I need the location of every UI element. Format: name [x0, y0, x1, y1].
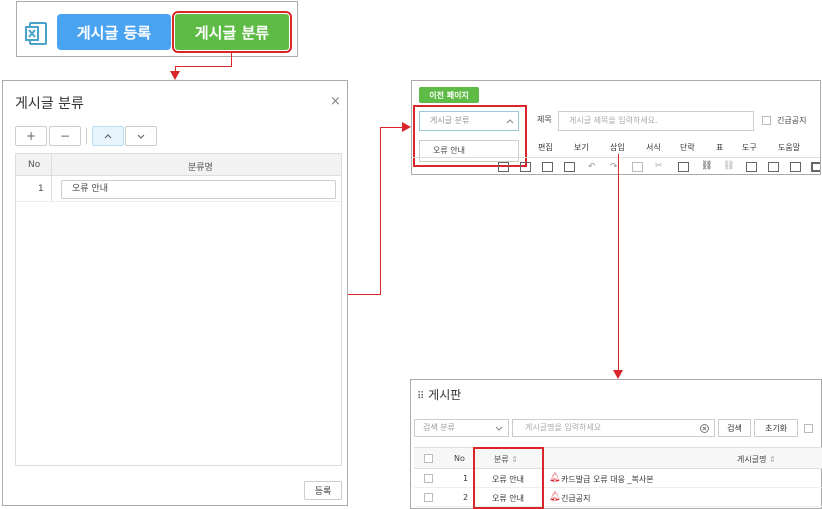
menu-help[interactable]: 도움말 [778, 142, 800, 153]
connector-line [175, 66, 232, 67]
row-post-name[interactable]: 긴급공지 [561, 493, 590, 504]
top-toolbar: 게시글 등록 게시글 분류 [16, 1, 298, 57]
link-icon[interactable]: ⛓ [701, 161, 712, 171]
title-label: 제목 [537, 115, 552, 124]
table-row[interactable]: 1 오류 안내 [16, 176, 341, 202]
clear-icon[interactable] [700, 424, 709, 433]
grid-header: No 분류명 [16, 154, 341, 176]
search-category-select[interactable]: 검색 분류 [414, 419, 509, 437]
unlink-icon[interactable]: ⛓ [723, 161, 734, 171]
board-title: ⠿ 게시판 [417, 386, 461, 403]
row-checkbox[interactable] [424, 474, 433, 483]
reset-button[interactable]: 초기화 [754, 419, 798, 437]
add-category-button[interactable]: + [15, 126, 47, 146]
move-up-button[interactable] [92, 126, 124, 146]
connector-line [380, 127, 381, 295]
excel-icon[interactable] [25, 21, 49, 47]
column-header-no: No [28, 160, 41, 170]
template-icon[interactable] [542, 162, 553, 172]
board-panel: ⠿ 게시판 검색 분류 게시글명을 입력하세요 검색 초기화 No 분류 ⇕ 게… [410, 379, 822, 509]
redo-icon[interactable]: ↷ [610, 162, 618, 172]
connector-line [348, 294, 381, 295]
bell-icon: 🔔︎ [549, 473, 561, 483]
chevron-down-icon [137, 134, 145, 139]
column-header-name: 분류명 [188, 163, 213, 173]
menu-insert[interactable]: 삽입 [610, 142, 625, 153]
board-title-text: 게시판 [428, 388, 462, 402]
search-button[interactable]: 검색 [718, 419, 751, 437]
move-down-button[interactable] [125, 126, 157, 146]
bell-icon: 🔔︎ [549, 492, 561, 502]
divider [86, 128, 87, 144]
search-placeholder: 게시글명을 입력하세요 [525, 423, 602, 432]
special-char-icon[interactable] [790, 162, 801, 172]
prev-page-button[interactable]: 이전 페이지 [419, 87, 479, 103]
connector-line [618, 154, 619, 371]
chevron-down-icon [495, 426, 503, 431]
menu-table[interactable]: 표 [716, 142, 723, 153]
connector-arrow [402, 122, 411, 132]
title-input[interactable]: 게시글 제목을 입력하세요. [558, 111, 754, 131]
paste-icon[interactable] [678, 162, 689, 172]
urgent-label: 긴급공지 [777, 116, 807, 125]
extra-checkbox[interactable] [804, 424, 813, 433]
fullscreen-icon[interactable] [811, 162, 820, 172]
menu-edit[interactable]: 편집 [538, 142, 553, 153]
category-name-input[interactable]: 오류 안내 [61, 180, 336, 199]
select-placeholder: 검색 분류 [423, 423, 455, 432]
column-header-no: No [454, 454, 465, 463]
divider [51, 176, 52, 201]
divider [51, 154, 52, 175]
chevron-up-icon [104, 134, 112, 139]
menu-paragraph[interactable]: 단락 [680, 142, 695, 153]
post-name-header-text: 게시글명 [737, 455, 767, 464]
row-number: 2 [463, 493, 469, 502]
column-header-post-name[interactable]: 게시글명 ⇕ [737, 454, 776, 465]
cut-icon[interactable]: ✂ [655, 161, 663, 171]
close-icon[interactable]: × [330, 94, 341, 109]
editor-toolbar: ↶ ↷ ✂ ⛓ ⛓ [412, 157, 820, 174]
row-checkbox[interactable] [424, 493, 433, 502]
drag-handle-icon: ⠿ [417, 391, 425, 402]
menu-view[interactable]: 보기 [574, 142, 589, 153]
category-modal: 게시글 분류 × + − No 분류명 1 오류 안내 등록 [2, 80, 348, 506]
row-number: 1 [463, 474, 469, 483]
menu-tools[interactable]: 도구 [742, 142, 757, 153]
register-button[interactable]: 등록 [304, 481, 342, 500]
bookmark-icon[interactable] [746, 162, 757, 172]
image-icon[interactable] [768, 162, 779, 172]
editor-menubar: 편집 보기 삽입 서식 단락 표 도구 도움말 [522, 139, 820, 155]
post-category-button[interactable]: 게시글 분류 [172, 11, 292, 53]
category-grid: No 분류명 1 오류 안내 [15, 153, 342, 466]
connector-line [231, 51, 232, 66]
search-input[interactable]: 게시글명을 입력하세요 [512, 419, 715, 437]
media-icon[interactable] [564, 162, 575, 172]
select-all-checkbox[interactable] [424, 454, 433, 463]
sort-icon: ⇕ [769, 455, 776, 464]
connector-line [380, 127, 403, 128]
register-post-button[interactable]: 게시글 등록 [57, 14, 171, 50]
connector-arrow [170, 71, 180, 80]
post-editor: 이전 페이지 게시글 분류 오류 안내 제목 게시글 제목을 입력하세요. 긴급… [411, 80, 821, 175]
row-number: 1 [38, 184, 44, 194]
open-icon[interactable] [520, 162, 531, 172]
copy-icon[interactable] [632, 162, 643, 172]
connector-arrow [613, 370, 623, 379]
urgent-checkbox[interactable] [762, 116, 771, 125]
modal-title: 게시글 분류 [15, 96, 84, 112]
new-doc-icon[interactable] [498, 162, 509, 172]
remove-category-button[interactable]: − [49, 126, 81, 146]
row-post-name[interactable]: 카드발급 오류 대응 _복사본 [561, 474, 654, 485]
menu-format[interactable]: 서식 [646, 142, 661, 153]
highlight-box [473, 447, 544, 509]
undo-icon[interactable]: ↶ [588, 162, 596, 172]
